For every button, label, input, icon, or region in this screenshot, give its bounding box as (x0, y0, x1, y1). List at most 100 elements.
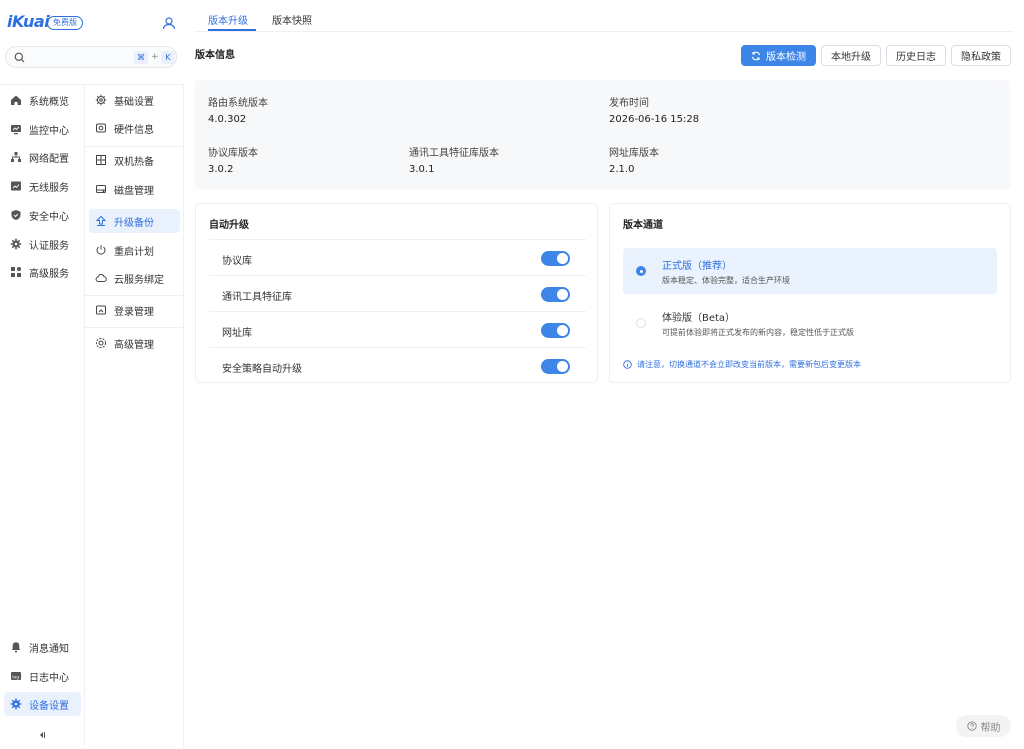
nav-item-monitor[interactable]: 监控中心 (4, 117, 81, 141)
router-version-label: 路由系统版本 (208, 98, 268, 109)
shortcut-plus: + (151, 52, 159, 62)
subnav-divider (85, 146, 184, 147)
edition-badge: 免费版 (47, 16, 83, 30)
brand-header: iKuai 免费版 (0, 0, 184, 46)
monitor-icon (11, 125, 21, 135)
version-channel-title: 版本通道 (623, 220, 663, 231)
radio-stable[interactable] (636, 266, 646, 276)
channel-name: 体验版（Beta） (662, 313, 736, 324)
refresh-icon (751, 51, 761, 60)
subnav-item-login-management[interactable]: 登录管理 (89, 298, 180, 322)
subnav-item-basic-settings[interactable]: 基础设置 (89, 88, 180, 112)
shortcut-key-k: K (161, 51, 175, 64)
nav-item-advanced[interactable]: 高级服务 (4, 260, 81, 284)
network-icon (11, 152, 21, 162)
tab-version-upgrade[interactable]: 版本升级 (208, 12, 248, 27)
router-version-value: 4.0.302 (208, 114, 247, 125)
nav-item-auth[interactable]: 认证服务 (4, 232, 81, 256)
subnav-item-cloud-binding[interactable]: 云服务绑定 (89, 266, 180, 290)
subnav-item-dual-hot-backup[interactable]: 双机热备 (89, 148, 180, 172)
apps-icon (11, 267, 21, 277)
radio-beta[interactable] (636, 318, 646, 328)
cloud-icon (95, 274, 107, 282)
channel-option-stable[interactable]: 正式版（推荐） 版本稳定、体验完整，适合生产环境 (623, 248, 997, 294)
subnav-item-reboot-plan[interactable]: 重启计划 (89, 238, 180, 262)
brand-logo[interactable]: iKuai (7, 12, 50, 31)
history-log-button[interactable]: 历史日志 (886, 45, 946, 66)
hardware-icon (96, 123, 106, 133)
login-icon (96, 305, 106, 315)
auto-upgrade-row-label: 安全策略自动升级 (222, 364, 302, 375)
main-content: 版本升级 版本快照 版本信息 版本检测 本地升级 历史日志 隐私政策 路由系统版… (185, 0, 1024, 749)
nav-item-wireless[interactable]: 无线服务 (4, 174, 81, 198)
auto-upgrade-row: 网址库 (209, 311, 586, 347)
subnav-item-advanced-management[interactable]: 高级管理 (89, 331, 180, 355)
auto-upgrade-row: 安全策略自动升级 (209, 347, 586, 383)
nav-item-overview[interactable]: 系统概览 (4, 88, 81, 112)
app-window: iKuai 免费版 ⌘ + K 系统概览 监控中心 网络配置 无线服务 安全中心… (0, 0, 1024, 749)
version-info-title: 版本信息 (195, 50, 235, 61)
url-library-toggle[interactable] (541, 323, 570, 338)
tool-signature-toggle[interactable] (541, 287, 570, 302)
version-channel-card: 版本通道 正式版（推荐） 版本稳定、体验完整，适合生产环境 体验版（Beta） … (609, 203, 1011, 383)
auto-upgrade-card: 自动升级 协议库 通讯工具特征库 网址库 安全策略自动升级 (195, 203, 598, 383)
version-info-panel: 路由系统版本 4.0.302 发布时间 2026-06-16 15:28 协议库… (195, 80, 1010, 189)
svg-text:log: log (12, 675, 19, 681)
security-policy-toggle[interactable] (541, 359, 570, 374)
advanced-icon (95, 337, 107, 349)
nav-item-security[interactable]: 安全中心 (4, 203, 81, 227)
shortcut-key-cmd: ⌘ (134, 51, 148, 64)
help-icon (966, 721, 977, 731)
tool-signature-version-value: 3.0.1 (409, 164, 435, 175)
upgrade-icon (95, 215, 107, 226)
search-input[interactable] (30, 50, 126, 64)
channel-notice: 请注意，切换通道不会立即改变当前版本，需要新包后变更版本 (623, 359, 861, 370)
info-icon (623, 360, 632, 369)
tool-signature-version-label: 通讯工具特征库版本 (409, 148, 499, 159)
tab-version-snapshot[interactable]: 版本快照 (272, 12, 312, 27)
user-icon[interactable] (162, 16, 176, 30)
release-time-value: 2026-06-16 15:28 (609, 114, 700, 125)
subnav-divider (85, 327, 184, 328)
auto-upgrade-row-label: 协议库 (222, 256, 252, 267)
home-icon (11, 95, 21, 105)
active-tab-indicator (208, 29, 256, 31)
auto-upgrade-row-label: 网址库 (222, 328, 252, 339)
search-box[interactable]: ⌘ + K (5, 46, 177, 68)
channel-description: 版本稳定、体验完整，适合生产环境 (662, 276, 790, 285)
primary-sidebar: 系统概览 监控中心 网络配置 无线服务 安全中心 认证服务 高级服务 消息通知 … (0, 85, 85, 749)
tab-bar: 版本升级 版本快照 (195, 0, 1013, 32)
subnav-divider (85, 295, 184, 296)
local-upgrade-button[interactable]: 本地升级 (821, 45, 881, 66)
collapse-sidebar-icon[interactable] (37, 730, 47, 740)
log-icon: log (11, 672, 21, 681)
nav-item-network[interactable]: 网络配置 (4, 145, 81, 169)
gear-icon (95, 94, 107, 106)
protocol-library-toggle[interactable] (541, 251, 570, 266)
search-icon (14, 52, 25, 63)
power-icon (96, 245, 106, 255)
url-library-version-value: 2.1.0 (609, 164, 635, 175)
channel-name: 正式版（推荐） (662, 261, 732, 272)
shield-icon (11, 210, 21, 220)
subnav-item-upgrade-backup[interactable]: 升级备份 (89, 209, 180, 233)
help-button[interactable]: 帮助 (956, 715, 1011, 737)
channel-option-beta[interactable]: 体验版（Beta） 可提前体验即将正式发布的新内容，稳定性低于正式版 (623, 300, 997, 346)
nav-item-notifications[interactable]: 消息通知 (4, 635, 81, 659)
auto-upgrade-row-label: 通讯工具特征库 (222, 292, 292, 303)
auto-upgrade-title: 自动升级 (209, 220, 249, 231)
version-check-button[interactable]: 版本检测 (741, 45, 816, 66)
protocol-version-label: 协议库版本 (208, 148, 258, 159)
wireless-icon (11, 181, 21, 191)
subnav-item-disk[interactable]: 磁盘管理 (89, 177, 180, 201)
disk-icon (96, 185, 106, 193)
gear-icon (10, 238, 22, 250)
nav-item-logs[interactable]: log 日志中心 (4, 664, 81, 688)
channel-description: 可提前体验即将正式发布的新内容，稳定性低于正式版 (662, 328, 854, 337)
privacy-policy-button[interactable]: 隐私政策 (951, 45, 1011, 66)
bell-icon (11, 642, 21, 653)
nav-item-device-settings[interactable]: 设备设置 (4, 692, 81, 716)
secondary-sidebar: 基础设置 硬件信息 双机热备 磁盘管理 升级备份 重启计划 云服务绑定 登录管理… (85, 85, 184, 749)
subnav-item-hardware[interactable]: 硬件信息 (89, 116, 180, 140)
protocol-version-value: 3.0.2 (208, 164, 234, 175)
